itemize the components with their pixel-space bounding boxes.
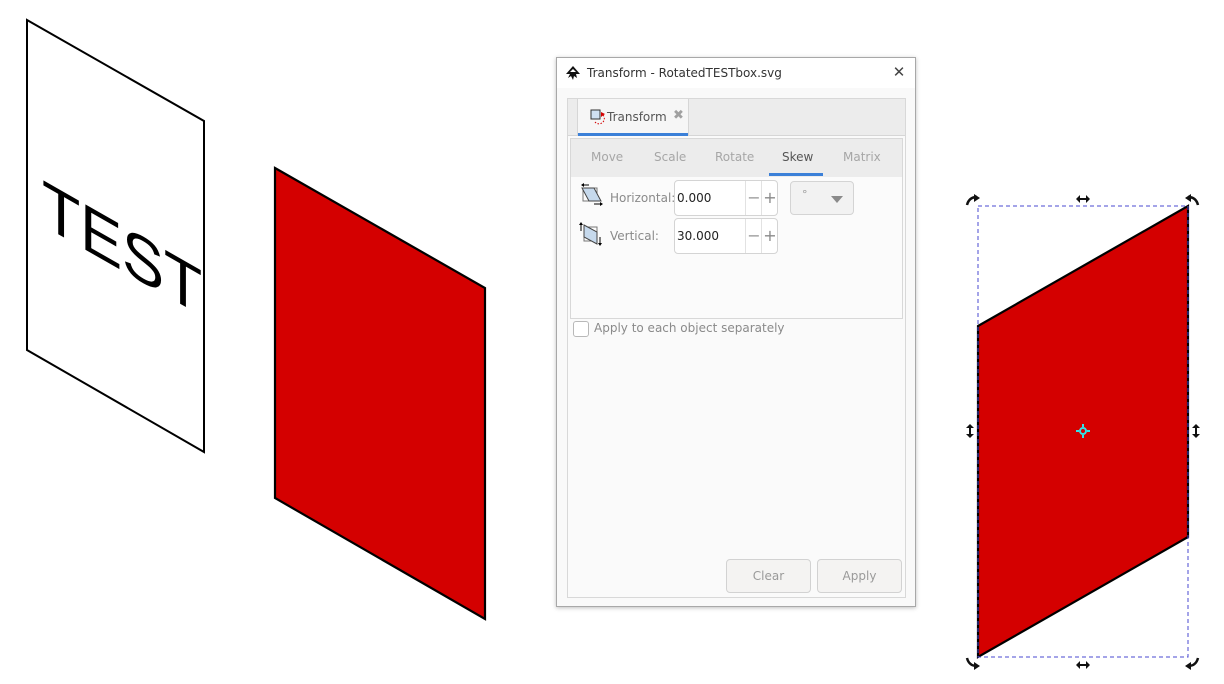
chevron-down-icon — [831, 196, 843, 203]
dock-panel: Transform ✖ Move Scale Rotate Skew Matri… — [567, 98, 906, 598]
dock-tab-transform[interactable]: Transform ✖ — [577, 99, 689, 136]
clear-button[interactable]: Clear — [726, 559, 811, 593]
red-box-selected-shape[interactable] — [976, 204, 1190, 659]
tab-move[interactable]: Move — [591, 150, 623, 164]
unit-dropdown[interactable]: ° — [790, 181, 854, 215]
vertical-skew-input[interactable]: 30.000 — [677, 229, 719, 243]
active-tab-underline — [769, 173, 823, 176]
tab-rotate[interactable]: Rotate — [715, 150, 754, 164]
apply-button[interactable]: Apply — [817, 559, 902, 593]
rotate-handle-bottom-left-icon[interactable] — [965, 657, 980, 670]
tab-scale[interactable]: Scale — [654, 150, 686, 164]
selected-red-box[interactable] — [965, 194, 1200, 670]
vertical-decrement-button[interactable]: − — [745, 219, 762, 253]
rotate-handle-top-left-icon[interactable] — [965, 194, 980, 206]
close-button[interactable]: ✕ — [889, 62, 909, 82]
inkscape-logo-icon — [566, 66, 580, 80]
dialog-title: Transform - RotatedTESTbox.svg — [587, 66, 782, 80]
skew-vertical-icon — [579, 222, 602, 246]
rotate-handle-bottom-right-icon[interactable] — [1185, 657, 1200, 670]
vertical-label: Vertical: — [610, 229, 659, 243]
apply-separately-label[interactable]: Apply to each object separately — [594, 321, 785, 335]
apply-separately-checkbox[interactable] — [573, 321, 589, 337]
horizontal-increment-button[interactable]: + — [761, 181, 778, 215]
skew-handle-right-icon[interactable] — [1192, 424, 1200, 438]
horizontal-decrement-button[interactable]: − — [745, 181, 762, 215]
transform-notebook: Move Scale Rotate Skew Matrix Horizontal… — [570, 138, 903, 319]
unit-selected-value: ° — [802, 188, 808, 201]
vertical-increment-button[interactable]: + — [761, 219, 778, 253]
horizontal-skew-input[interactable]: 0.000 — [677, 191, 711, 205]
horizontal-skew-spinbox[interactable]: 0.000 − + — [674, 180, 778, 216]
transform-tabs: Move Scale Rotate Skew Matrix — [571, 139, 902, 177]
skew-controls: Horizontal: 0.000 − + ° Vertical: 30.000… — [571, 177, 902, 317]
dock-tab-label: Transform — [607, 110, 667, 124]
skew-handle-top-icon[interactable] — [1076, 195, 1090, 203]
tab-skew[interactable]: Skew — [782, 150, 813, 164]
skew-handle-bottom-icon[interactable] — [1076, 661, 1090, 669]
skew-handle-left-icon[interactable] — [966, 424, 974, 438]
transform-dialog: Transform - RotatedTESTbox.svg ✕ Transfo… — [556, 57, 916, 607]
horizontal-label: Horizontal: — [610, 191, 676, 205]
red-box-shape[interactable] — [273, 166, 487, 621]
dock-tab-bar: Transform ✖ — [568, 99, 905, 136]
dock-tab-underline — [578, 133, 688, 136]
transform-icon — [590, 109, 605, 125]
tab-matrix[interactable]: Matrix — [843, 150, 881, 164]
dialog-titlebar[interactable]: Transform - RotatedTESTbox.svg ✕ — [557, 58, 915, 88]
skew-horizontal-glyph-icon — [581, 183, 603, 206]
vertical-skew-spinbox[interactable]: 30.000 − + — [674, 218, 778, 254]
dock-tab-close-icon[interactable]: ✖ — [673, 108, 684, 123]
rotate-handle-top-right-icon[interactable] — [1185, 194, 1200, 206]
skewed-test-box[interactable]: TEST — [26, 18, 205, 454]
